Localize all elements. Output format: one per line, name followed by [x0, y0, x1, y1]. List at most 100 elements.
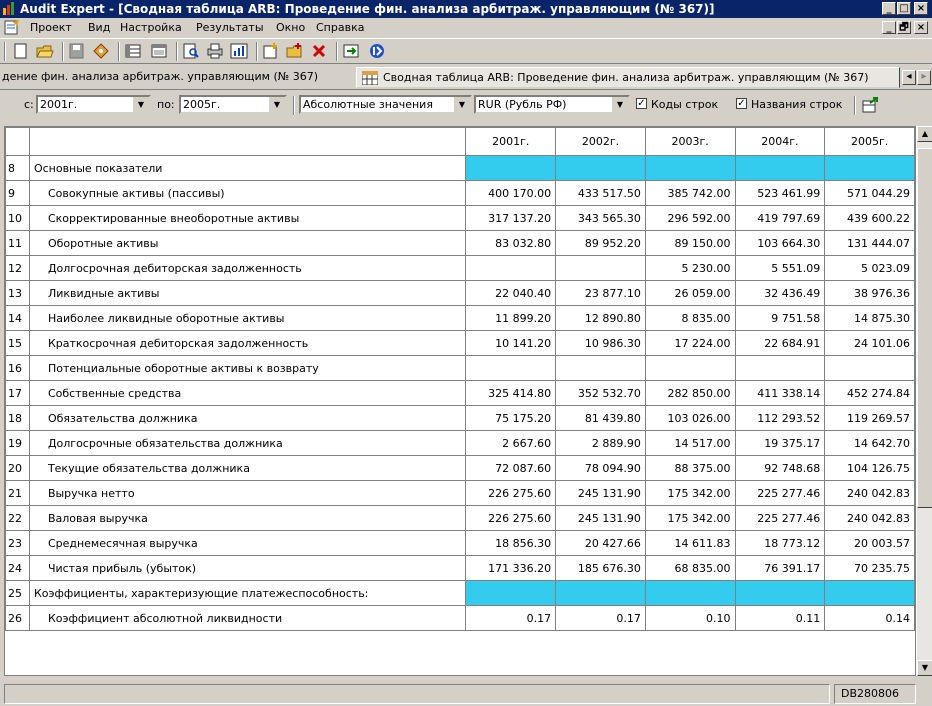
menu-help[interactable]: Справка — [316, 21, 364, 34]
value-cell[interactable] — [465, 155, 557, 181]
table-row[interactable]: 16 Потенциальные оборотные активы к возвр… — [5, 355, 915, 381]
value-cell[interactable]: 14 875.30 — [824, 305, 915, 331]
value-cell[interactable]: 14 517.00 — [644, 430, 736, 456]
value-cell[interactable]: 14 611.83 — [644, 530, 736, 556]
value-cell[interactable] — [644, 580, 736, 606]
table-row[interactable]: 9 Совокупные активы (пассивы) 400 170.00 43… — [5, 180, 915, 206]
tab-scroll-right[interactable]: ▸ — [917, 70, 931, 85]
table-row[interactable]: 18 Обязательства должника 75 175.20 81 439.… — [5, 405, 915, 431]
value-cell[interactable]: 68 835.00 — [644, 555, 736, 581]
value-cell[interactable] — [734, 580, 826, 606]
menu-project[interactable]: Проект — [30, 21, 72, 34]
table-row[interactable]: 14 Наиболее ликвидные оборотные активы 11 … — [5, 305, 915, 331]
value-cell[interactable]: 240 042.83 — [824, 505, 915, 531]
value-cell[interactable]: 175 342.00 — [644, 505, 736, 531]
names-checkbox[interactable]: ✓ — [736, 98, 747, 109]
value-cell[interactable]: 104 126.75 — [824, 455, 915, 481]
value-cell[interactable]: 317 137.20 — [465, 205, 557, 231]
value-cell[interactable]: 0.14 — [824, 605, 915, 631]
menu-window[interactable]: Окно — [276, 21, 305, 34]
tab-analysis[interactable]: дение фин. анализа арбитраж. управляющим… — [0, 67, 354, 88]
value-cell[interactable]: 112 293.52 — [734, 405, 826, 431]
value-cell[interactable]: 17 224.00 — [644, 330, 736, 356]
value-mode-select[interactable]: Абсолютные значения ▼ — [299, 95, 472, 114]
add-folder-icon[interactable] — [286, 43, 304, 59]
value-cell[interactable]: 19 375.17 — [734, 430, 826, 456]
value-cell[interactable]: 411 338.14 — [734, 380, 826, 406]
run-icon[interactable] — [368, 43, 386, 59]
doc-minimize-button[interactable]: _ — [882, 21, 896, 34]
value-cell[interactable]: 11 899.20 — [465, 305, 557, 331]
section-row[interactable]: 8 Основные показатели — [5, 155, 915, 181]
value-cell[interactable]: 5 023.09 — [824, 255, 915, 281]
print-icon[interactable] — [206, 43, 224, 59]
value-cell[interactable]: 83 032.80 — [465, 230, 557, 256]
column-header[interactable]: 2002г. — [555, 127, 646, 156]
value-cell[interactable] — [465, 255, 557, 281]
value-cell[interactable]: 433 517.50 — [555, 180, 646, 206]
scroll-down-button[interactable]: ▼ — [917, 660, 932, 676]
vertical-scrollbar[interactable]: ▲ ▼ — [916, 126, 932, 676]
calculate-icon[interactable] — [342, 43, 360, 59]
value-cell[interactable]: 20 003.57 — [824, 530, 915, 556]
value-cell[interactable]: 419 797.69 — [734, 205, 826, 231]
value-cell[interactable]: 571 044.29 — [824, 180, 915, 206]
value-cell[interactable]: 10 986.30 — [555, 330, 646, 356]
value-cell[interactable]: 18 856.30 — [465, 530, 557, 556]
scroll-thumb[interactable] — [917, 148, 932, 508]
column-header[interactable]: 2005г. — [824, 127, 915, 156]
minimize-button[interactable]: _ — [882, 2, 896, 15]
value-cell[interactable]: 240 042.83 — [824, 480, 915, 506]
refresh-icon[interactable] — [862, 97, 880, 113]
value-cell[interactable]: 20 427.66 — [555, 530, 646, 556]
doc-restore-button[interactable]: 🗗 — [897, 21, 911, 34]
value-cell[interactable]: 343 565.30 — [555, 205, 646, 231]
value-cell[interactable] — [644, 155, 736, 181]
value-cell[interactable]: 81 439.80 — [555, 405, 646, 431]
value-cell[interactable]: 10 141.20 — [465, 330, 557, 356]
value-cell[interactable]: 225 277.46 — [734, 505, 826, 531]
value-cell[interactable] — [555, 580, 646, 606]
value-cell[interactable]: 2 667.60 — [465, 430, 557, 456]
table-row[interactable]: 23 Среднемесячная выручка 18 856.30 20 427.… — [5, 530, 915, 556]
value-cell[interactable] — [555, 355, 646, 381]
maximize-button[interactable]: □ — [897, 2, 911, 15]
add-item-icon[interactable] — [262, 43, 280, 59]
value-cell[interactable]: 0.17 — [555, 605, 646, 631]
value-cell[interactable]: 171 336.20 — [465, 555, 557, 581]
value-cell[interactable] — [734, 355, 826, 381]
value-cell[interactable]: 32 436.49 — [734, 280, 826, 306]
tab-scroll-left[interactable]: ◂ — [902, 70, 916, 85]
value-cell[interactable]: 0.11 — [734, 605, 826, 631]
table-row[interactable]: 24 Чистая прибыль (убыток) 171 336.20 185 6… — [5, 555, 915, 581]
table-row[interactable]: 15 Краткосрочная дебиторская задолженност… — [5, 330, 915, 356]
table-row[interactable]: 10 Скорректированные внеоборотные активы 3… — [5, 205, 915, 231]
table-row[interactable]: 26 Коэффициент абсолютной ликвидности 0.17… — [5, 605, 915, 631]
value-cell[interactable]: 296 592.00 — [644, 205, 736, 231]
value-cell[interactable]: 72 087.60 — [465, 455, 557, 481]
table-row[interactable]: 22 Валовая выручка 226 275.60 245 131.90 175… — [5, 505, 915, 531]
open-folder-icon[interactable] — [36, 43, 54, 59]
value-cell[interactable] — [465, 355, 557, 381]
table-row[interactable]: 12 Долгосрочная дебиторская задолженность… — [5, 255, 915, 281]
codes-checkbox[interactable]: ✓ — [636, 98, 647, 109]
save-icon[interactable] — [68, 43, 86, 59]
value-cell[interactable]: 175 342.00 — [644, 480, 736, 506]
value-cell[interactable]: 26 059.00 — [644, 280, 736, 306]
value-cell[interactable]: 12 890.80 — [555, 305, 646, 331]
value-cell[interactable]: 103 664.30 — [734, 230, 826, 256]
value-cell[interactable]: 226 275.60 — [465, 505, 557, 531]
value-cell[interactable]: 38 976.36 — [824, 280, 915, 306]
value-cell[interactable]: 385 742.00 — [644, 180, 736, 206]
table-row[interactable]: 17 Собственные средства 325 414.80 352 532.… — [5, 380, 915, 406]
value-cell[interactable]: 400 170.00 — [465, 180, 557, 206]
value-cell[interactable] — [555, 255, 646, 281]
form-view-icon[interactable] — [150, 43, 168, 59]
value-cell[interactable]: 75 175.20 — [465, 405, 557, 431]
value-cell[interactable]: 0.17 — [465, 605, 557, 631]
table-row[interactable]: 11 Оборотные активы 83 032.80 89 952.20 89 1… — [5, 230, 915, 256]
close-button[interactable]: × — [914, 2, 928, 15]
delete-icon[interactable] — [310, 43, 328, 59]
value-cell[interactable]: 523 461.99 — [734, 180, 826, 206]
tab-summary[interactable]: Сводная таблица ARB: Проведение фин. ана… — [356, 67, 900, 88]
